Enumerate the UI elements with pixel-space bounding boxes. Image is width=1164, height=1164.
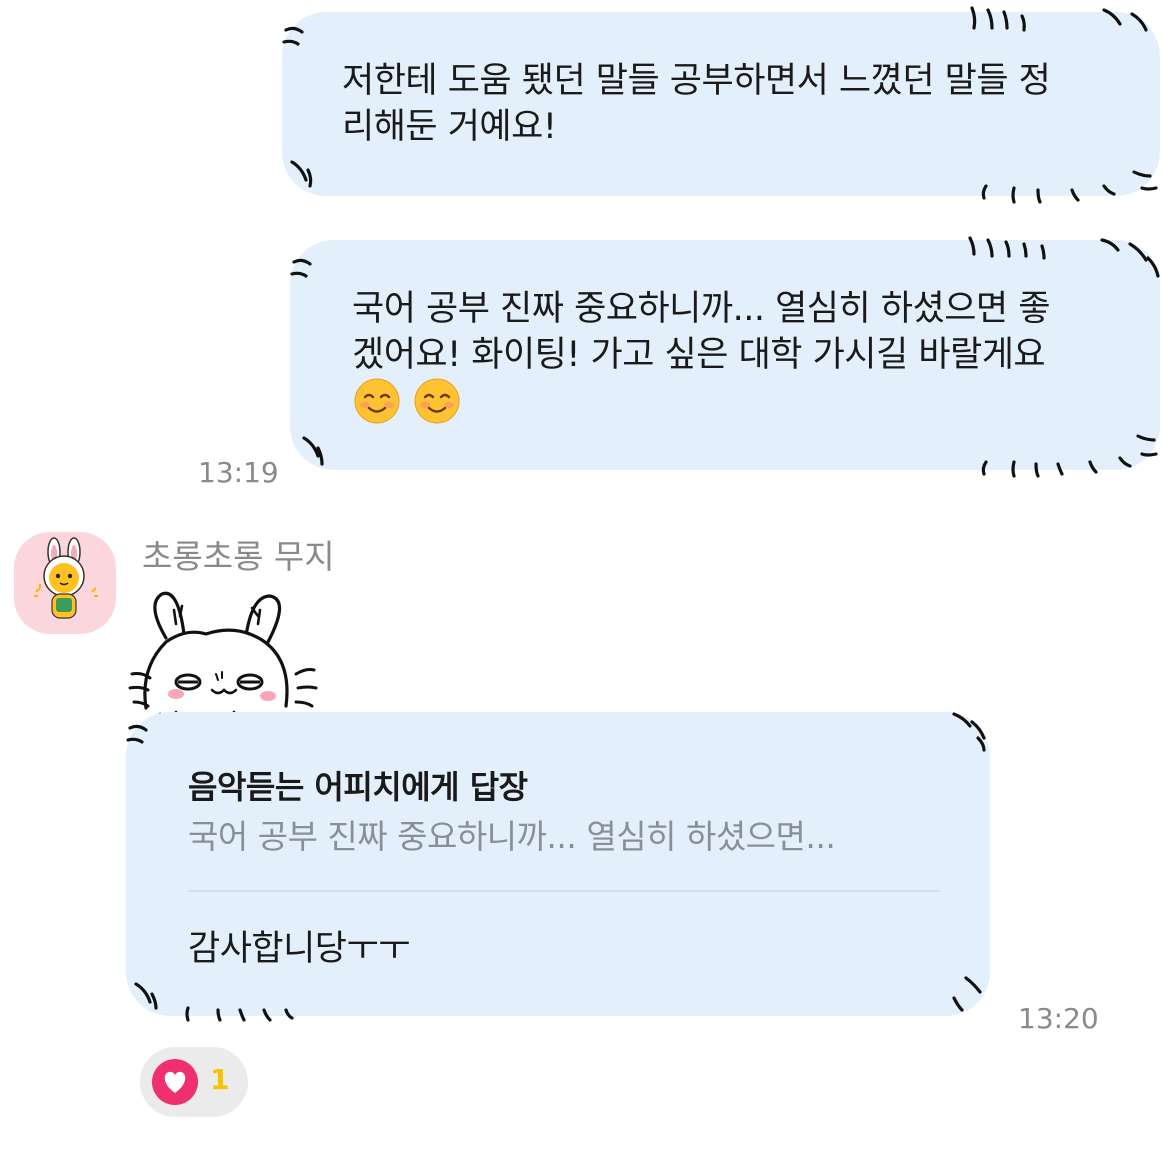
reply-preview[interactable]: 국어 공부 진짜 중요하니까... 열심히 하셨으면... (188, 810, 836, 858)
message-bubble-2[interactable]: 국어 공부 진짜 중요하니까... 열심히 하셨으면 좋 겠어요! 화이팅! 가… (290, 236, 1160, 478)
smiling-face-icon (414, 378, 460, 424)
reaction-count: 1 (210, 1063, 230, 1096)
message-text: 저한테 도움 됐던 말들 공부하면서 느꼈던 말들 정 리해둔 거예요! (342, 61, 1051, 147)
reply-divider (188, 890, 940, 892)
reply-body: 감사합니당ㅜㅜ (188, 929, 410, 969)
heart-icon (152, 1059, 198, 1105)
sender-name: 초롱초롱 무지 (142, 537, 335, 576)
bunny-sticker-icon (128, 591, 318, 726)
apeach-avatar-icon[interactable] (14, 532, 116, 634)
message-text: 국어 공부 진짜 중요하니까... 열심히 하셨으면 좋 겠어요! 화이팅! 가… (352, 289, 1050, 375)
reaction-badge[interactable]: 1 (140, 1047, 248, 1117)
message-time: 13:19 (198, 456, 279, 489)
reply-title[interactable]: 음악듣는 어피치에게 답장 (188, 762, 528, 808)
message-bubble-1[interactable]: 저한테 도움 됐던 말들 공부하면서 느꼈던 말들 정 리해둔 거예요! (282, 6, 1160, 204)
message-time: 13:20 (1018, 1002, 1099, 1035)
smiling-face-icon (354, 378, 400, 424)
